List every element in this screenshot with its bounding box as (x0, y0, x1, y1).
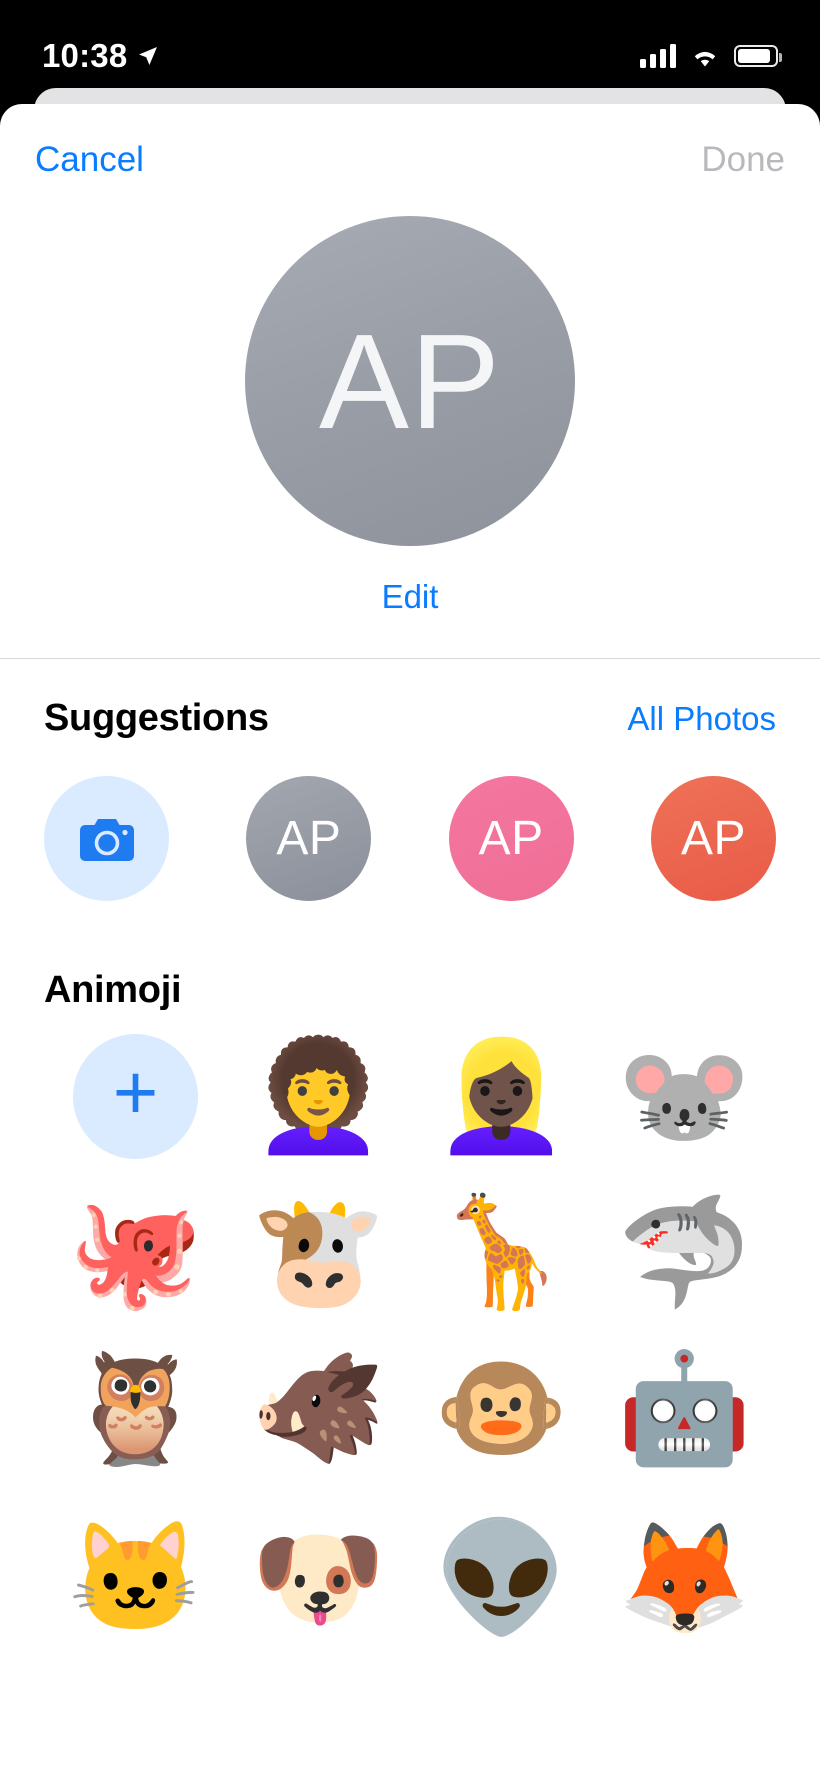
animoji-cow[interactable]: 🐮 (227, 1188, 410, 1316)
octopus-icon: 🐙 (68, 1191, 203, 1312)
animoji-giraffe[interactable]: 🦒 (410, 1188, 593, 1316)
status-time: 10:38 (42, 37, 128, 74)
animoji-shark[interactable]: 🦈 (593, 1188, 776, 1316)
phone-screen: 10:38 Cancel Done AP Edit Suggestions Al… (0, 0, 820, 1776)
suggestions-title: Suggestions (44, 697, 269, 739)
plus-circle: + (73, 1033, 198, 1159)
all-photos-button[interactable]: All Photos (627, 700, 776, 738)
animoji-owl[interactable]: 🦉 (44, 1344, 227, 1472)
shark-icon: 🦈 (617, 1191, 752, 1312)
wifi-icon (694, 51, 716, 66)
suggestions-row: AP AP AP (0, 740, 820, 901)
animoji-title: Animoji (44, 969, 182, 1011)
plus-icon: + (112, 1048, 159, 1136)
animoji-mouse[interactable]: 🐭 (593, 1032, 776, 1160)
animoji-dog[interactable]: 🐶 (227, 1500, 410, 1632)
giraffe-icon: 🦒 (434, 1191, 569, 1312)
owl-icon: 🦉 (68, 1347, 203, 1468)
location-arrow-icon (139, 47, 158, 65)
cellular-bars-icon (640, 44, 676, 68)
animoji-grid: + 👩‍🦱 👱🏿‍♀️ 🐭 🐙 🐮 🦒 🦈 🦉 🐗 🐵 🤖 🐱 🐶 👽 🦊 (0, 1012, 820, 1632)
fox-icon: 🦊 (617, 1517, 752, 1638)
avatar[interactable]: AP (245, 216, 575, 546)
avatar-preview-area: AP Edit (0, 216, 820, 616)
suggestion-avatar-pink[interactable]: AP (448, 776, 574, 901)
robot-icon: 🤖 (617, 1347, 752, 1468)
status-bar-right (640, 44, 782, 68)
edit-avatar-sheet: Cancel Done AP Edit Suggestions All Phot… (0, 104, 820, 1776)
cancel-button[interactable]: Cancel (35, 140, 144, 180)
boar-icon: 🐗 (251, 1347, 386, 1468)
animoji-memoji-bun-glasses[interactable]: 👩‍🦱 (227, 1032, 410, 1160)
animoji-boar[interactable]: 🐗 (227, 1344, 410, 1472)
suggestion-camera[interactable] (44, 776, 169, 901)
dog-icon: 🐶 (251, 1517, 386, 1638)
alien-icon: 👽 (434, 1517, 569, 1638)
edit-avatar-button[interactable]: Edit (382, 578, 439, 616)
avatar-initials: AP (318, 305, 502, 457)
suggestion-avatar-gray[interactable]: AP (246, 776, 372, 901)
memoji-bucket-hat-icon: 👱🏿‍♀️ (434, 1035, 569, 1156)
suggestion-initials: AP (680, 812, 746, 865)
suggestion-avatar-red[interactable]: AP (650, 776, 776, 901)
animoji-add-button[interactable]: + (44, 1032, 227, 1160)
animoji-memoji-bucket-hat[interactable]: 👱🏿‍♀️ (410, 1032, 593, 1160)
sheet-navbar: Cancel Done (0, 104, 820, 216)
suggestion-initials: AP (276, 812, 342, 865)
status-bar-left: 10:38 (42, 37, 160, 75)
animoji-robot[interactable]: 🤖 (593, 1344, 776, 1472)
mouse-icon: 🐭 (617, 1035, 752, 1156)
memoji-bun-glasses-icon: 👩‍🦱 (251, 1035, 386, 1156)
done-button[interactable]: Done (701, 140, 785, 180)
animoji-monkey[interactable]: 🐵 (410, 1344, 593, 1472)
animoji-header: Animoji (0, 901, 820, 1012)
animoji-alien[interactable]: 👽 (410, 1500, 593, 1632)
suggestions-header: Suggestions All Photos (0, 659, 820, 740)
cow-icon: 🐮 (251, 1191, 386, 1312)
monkey-icon: 🐵 (434, 1347, 569, 1468)
status-bar: 10:38 (0, 0, 820, 92)
animoji-octopus[interactable]: 🐙 (44, 1188, 227, 1316)
cat-icon: 🐱 (68, 1517, 203, 1638)
camera-icon (79, 818, 134, 861)
animoji-cat[interactable]: 🐱 (44, 1500, 227, 1632)
battery-icon (734, 45, 782, 67)
animoji-fox[interactable]: 🦊 (593, 1500, 776, 1632)
suggestion-initials: AP (478, 812, 544, 865)
